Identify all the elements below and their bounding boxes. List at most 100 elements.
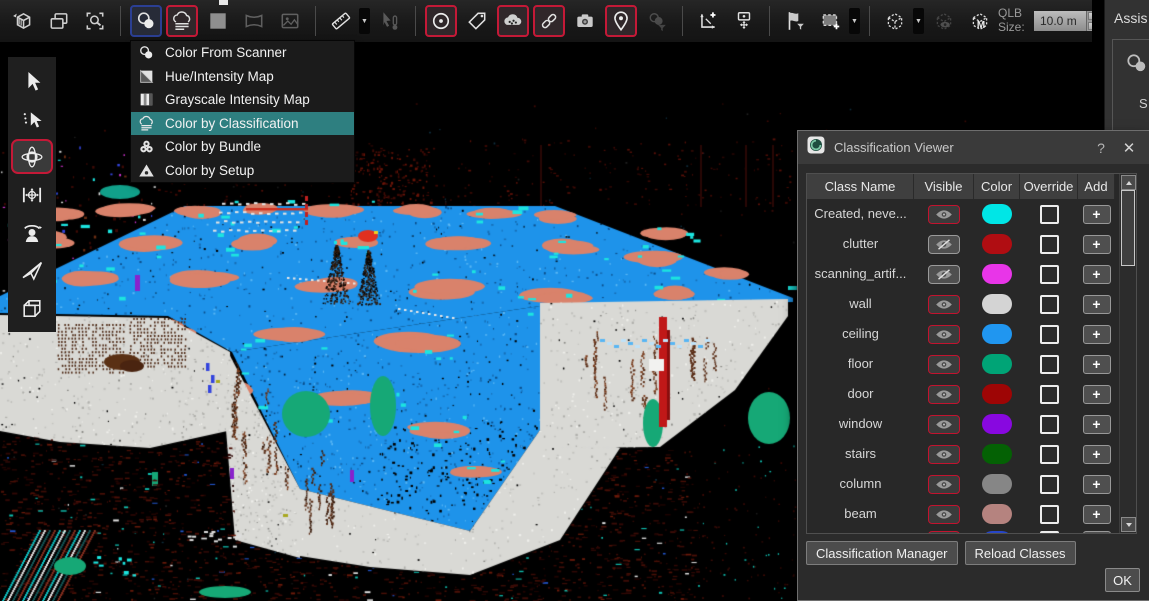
menu-item-grayscale-intensity-map[interactable]: Grayscale Intensity Map [131,88,354,112]
visibility-on-eye-icon[interactable] [928,475,960,494]
visibility-on-eye-icon[interactable] [928,325,960,344]
export-scan-button[interactable] [7,5,39,37]
fly-tool-button[interactable] [11,253,53,288]
menu-item-color-by-setup[interactable]: Color by Setup [131,159,354,183]
pan-tool-button[interactable] [11,177,53,212]
pick-point-tool-button[interactable] [11,101,53,136]
visibility-on-eye-icon[interactable] [928,531,960,534]
class-color-swatch[interactable] [982,531,1012,534]
tags-button[interactable] [461,5,493,37]
uniform-color-button[interactable] [202,5,234,37]
examine-tool-button[interactable] [11,291,53,326]
add-class-button[interactable]: + [1083,265,1111,284]
override-checkbox[interactable] [1040,355,1059,374]
reload-classes-button[interactable]: Reload Classes [965,541,1076,565]
override-checkbox[interactable] [1040,445,1059,464]
class-color-swatch[interactable] [982,354,1012,374]
visibility-on-eye-icon[interactable] [928,295,960,314]
add-class-button[interactable]: + [1083,415,1111,434]
add-coordinate-system-button[interactable] [692,5,724,37]
visibility-on-eye-icon[interactable] [928,205,960,224]
select-area-button[interactable] [815,5,847,37]
links-button[interactable] [533,5,565,37]
zoom-region-button[interactable] [79,5,111,37]
class-color-swatch[interactable] [982,204,1012,224]
classification-manager-button[interactable]: Classification Manager [806,541,958,565]
measure-button[interactable] [325,5,357,37]
limit-box-button[interactable] [879,5,911,37]
add-class-button[interactable]: + [1083,235,1111,254]
visibility-on-eye-icon[interactable] [928,355,960,374]
limit-box-dropdown-caret[interactable]: ▼ [913,8,924,34]
class-color-swatch[interactable] [982,444,1012,464]
add-class-button[interactable]: + [1083,385,1111,404]
add-class-button[interactable]: + [1083,531,1111,534]
scroll-up-icon[interactable] [1121,175,1136,190]
override-checkbox[interactable] [1040,385,1059,404]
look-around-tool-button[interactable] [11,215,53,250]
measure-dropdown-caret[interactable]: ▼ [359,8,370,34]
add-class-button[interactable]: + [1083,475,1111,494]
override-checkbox[interactable] [1040,475,1059,494]
qlb-size-input[interactable]: 10.0 m [1034,11,1086,31]
class-color-swatch[interactable] [982,504,1012,524]
column-header-class-name[interactable]: Class Name [807,174,914,199]
scroll-down-icon[interactable] [1121,517,1136,532]
limit-box-manager-button[interactable]: M [964,5,996,37]
add-class-button[interactable]: + [1083,505,1111,524]
override-checkbox[interactable] [1040,235,1059,254]
class-color-swatch[interactable] [982,414,1012,434]
color-by-classification-button[interactable] [166,5,198,37]
visibility-on-eye-icon[interactable] [928,415,960,434]
flag-filter-button[interactable] [779,5,811,37]
class-color-swatch[interactable] [982,264,1012,284]
scan-visibility-button[interactable] [425,5,457,37]
ok-button[interactable]: OK [1105,568,1140,592]
scrollbar-thumb[interactable] [1121,190,1135,266]
add-class-button[interactable]: + [1083,325,1111,344]
help-button[interactable]: ? [1092,140,1110,156]
column-header-color[interactable]: Color [974,174,1020,199]
column-header-add[interactable]: Add [1078,174,1115,199]
column-header-override[interactable]: Override [1020,174,1078,199]
add-class-button[interactable]: + [1083,355,1111,374]
class-color-swatch[interactable] [982,474,1012,494]
clone-view-button[interactable] [43,5,75,37]
images-button[interactable] [569,5,601,37]
visibility-on-eye-icon[interactable] [928,385,960,404]
visibility-on-eye-icon[interactable] [928,505,960,524]
menu-item-color-from-scanner[interactable]: Color From Scanner [131,41,354,65]
add-class-button[interactable]: + [1083,445,1111,464]
visibility-off-eye-icon[interactable] [928,235,960,254]
override-checkbox[interactable] [1040,415,1059,434]
survey-points-button[interactable] [728,5,760,37]
override-checkbox[interactable] [1040,265,1059,284]
override-checkbox[interactable] [1040,295,1059,314]
color-from-scanner-button[interactable] [130,5,162,37]
class-color-swatch[interactable] [982,324,1012,344]
override-checkbox[interactable] [1040,505,1059,524]
menu-item-color-by-classification[interactable]: Color by Classification [131,112,354,136]
visibility-on-eye-icon[interactable] [928,445,960,464]
locations-button[interactable] [605,5,637,37]
point-clouds-button[interactable] [497,5,529,37]
orbit-tool-button[interactable] [11,139,53,174]
menu-classification-icon [138,115,155,132]
menu-item-color-by-bundle[interactable]: Color by Bundle [131,135,354,159]
visibility-off-eye-icon[interactable] [928,265,960,284]
close-icon[interactable]: ✕ [1119,139,1139,157]
select-area-dropdown-caret[interactable]: ▼ [849,8,860,34]
menu-item-hue-intensity-map[interactable]: Hue/Intensity Map [131,65,354,89]
dialog-titlebar[interactable]: Classification Viewer ? ✕ [798,131,1149,164]
override-checkbox[interactable] [1040,531,1059,534]
add-class-button[interactable]: + [1083,295,1111,314]
class-color-swatch[interactable] [982,234,1012,254]
select-tool-button[interactable] [11,63,53,98]
class-color-swatch[interactable] [982,294,1012,314]
override-checkbox[interactable] [1040,325,1059,344]
column-header-visible[interactable]: Visible [914,174,974,199]
add-class-button[interactable]: + [1083,205,1111,224]
class-color-swatch[interactable] [982,384,1012,404]
override-checkbox[interactable] [1040,205,1059,224]
table-scrollbar[interactable] [1119,174,1136,533]
